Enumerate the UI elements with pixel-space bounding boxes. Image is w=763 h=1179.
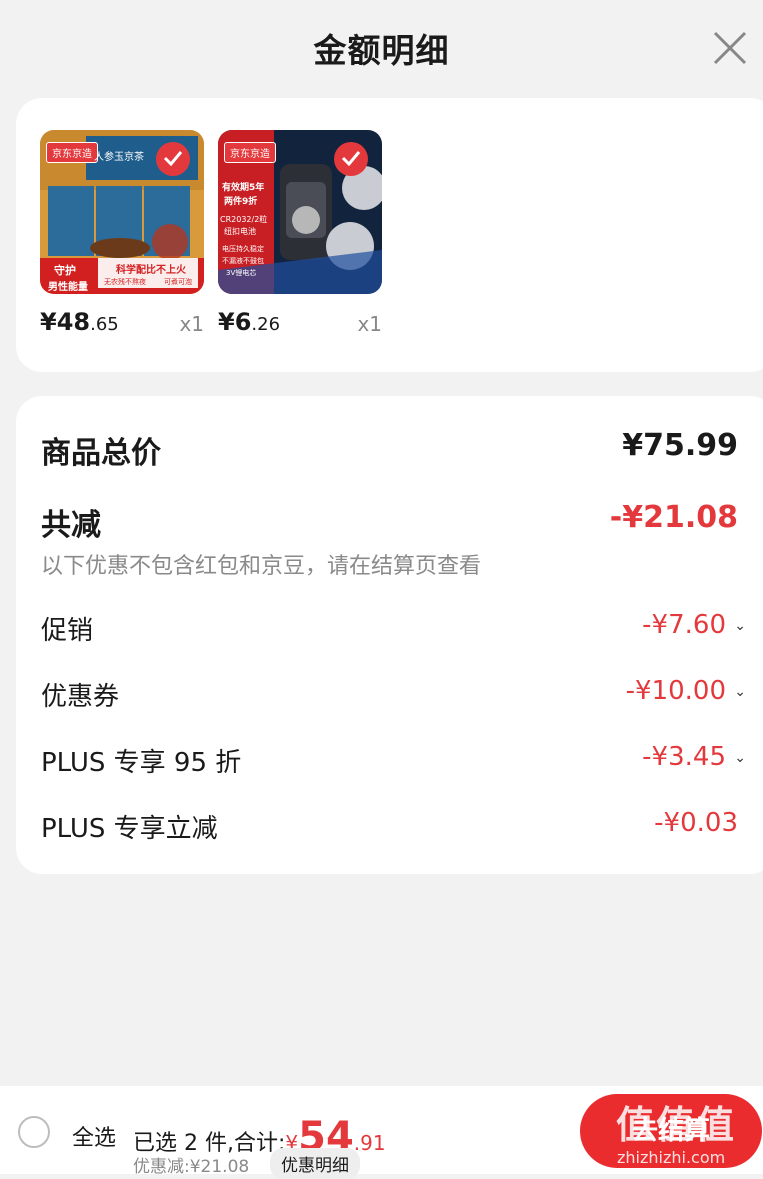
discount-value: -¥3.45 ⌄ [642,742,746,772]
page-title: 金额明细 [313,31,450,70]
image-text: 男性能量 [48,282,88,293]
image-text: 可煮可泡 [164,278,192,286]
price-integer: ¥48 [40,308,91,336]
select-all-label[interactable]: 全选 [72,1120,116,1152]
discount-label: 促销 [41,616,94,646]
discount-detail-button[interactable]: 优惠明细 [270,1148,360,1179]
brand-tag: 京东京造 [224,142,276,163]
image-text: CR2032/2粒 [220,215,268,224]
price-decimal: .65 [90,314,119,335]
discount-note: 以下优惠不包含红包和京豆，请在结算页查看 [41,554,482,579]
price-decimal: .26 [251,314,281,335]
discount-value: -¥10.00 ⌄ [625,676,746,706]
chevron-down-icon[interactable]: ⌄ [730,618,746,634]
total-price-label: 商品总价 [41,436,161,471]
chevron-down-icon[interactable]: ⌄ [730,684,746,700]
product-item[interactable]: 京东京造 有效期5年 两件9折 CR2032/2粒 纽扣电池 电压持久稳定 不漏… [218,130,382,336]
product-quantity: x1 [179,312,204,336]
product-price: ¥48.65 [40,308,119,336]
watermark-url: zhizhizhi.com [617,1148,726,1167]
image-text: 纽扣电池 [224,227,256,236]
chevron-down-icon[interactable]: ⌄ [730,750,746,766]
image-text: 人参玉京茶 [94,152,144,163]
total-reduce-label: 共减 [41,508,101,543]
product-card: 京东京造 人参玉京茶 守护 男性能量 科学配比不上火 无农残不熬夜 可煮可泡 ¥… [16,98,763,372]
image-text: 守护 [54,264,76,277]
watermark-logo: 值值值 [616,1103,737,1147]
total-reduce-value: -¥21.08 [609,500,738,535]
price-integer: ¥6 [218,308,252,336]
product-image[interactable]: 京东京造 人参玉京茶 守护 男性能量 科学配比不上火 无农残不熬夜 可煮可泡 [40,130,204,294]
product-image[interactable]: 京东京造 有效期5年 两件9折 CR2032/2粒 纽扣电池 电压持久稳定 不漏… [218,130,382,294]
discount-label: 优惠券 [41,682,120,712]
brand-tag: 京东京造 [46,142,98,163]
image-text: 3V锂电芯 [226,269,257,277]
image-text: 无农残不熬夜 [104,278,146,286]
product-price: ¥6.26 [218,308,280,336]
product-item[interactable]: 京东京造 人参玉京茶 守护 男性能量 科学配比不上火 无农残不熬夜 可煮可泡 ¥… [40,130,204,336]
discount-value: -¥0.03 [654,808,738,838]
select-all-radio[interactable] [18,1116,50,1148]
image-text: 科学配比不上火 [116,265,186,276]
image-text: 电压持久稳定 [222,245,264,253]
image-text: 有效期5年 [222,183,265,193]
discount-label: PLUS 专享立减 [41,814,218,844]
close-icon[interactable] [710,28,750,68]
discount-label: PLUS 专享 95 折 [41,748,242,778]
check-icon[interactable] [334,142,368,176]
image-text: 两件9折 [224,197,258,207]
image-text: 不漏液不鼓包 [222,257,264,265]
discount-summary: 优惠减:¥21.08 [133,1157,250,1177]
check-icon[interactable] [156,142,190,176]
discount-value: -¥7.60 ⌄ [642,610,746,640]
sum-decimal: .91 [353,1131,386,1155]
price-detail-card: 商品总价 ¥75.99 共减 -¥21.08 以下优惠不包含红包和京豆，请在结算… [16,396,763,874]
total-price-value: ¥75.99 [622,428,738,463]
product-quantity: x1 [357,312,382,336]
header: 金额明细 [0,0,763,98]
